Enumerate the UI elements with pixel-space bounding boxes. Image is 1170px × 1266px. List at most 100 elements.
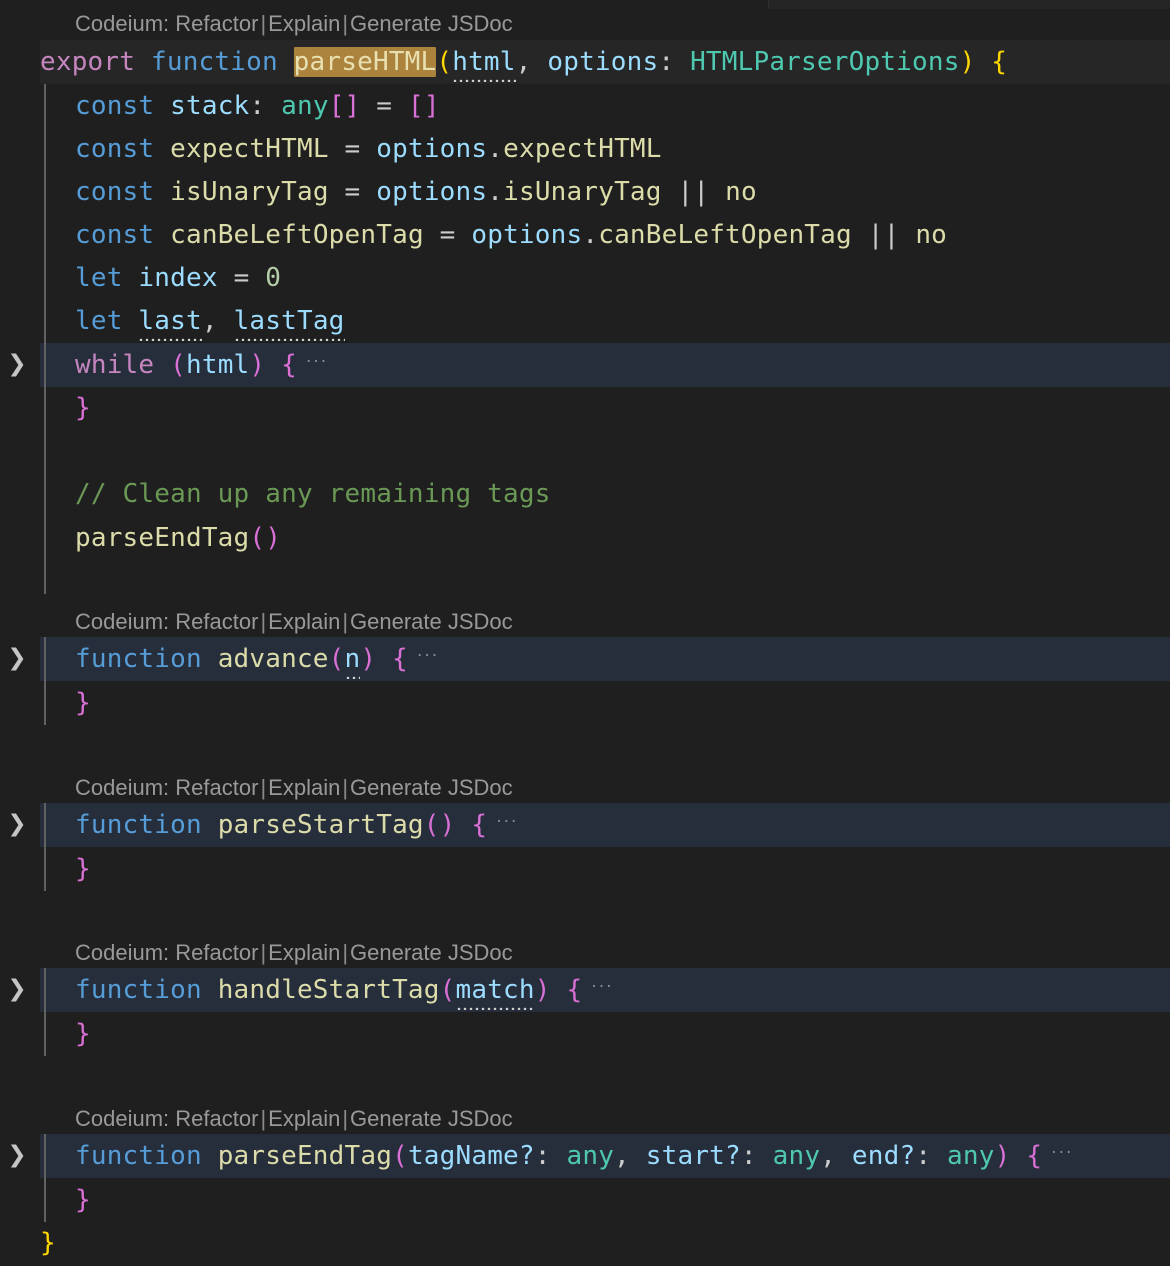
code-line-comment[interactable]: // Clean up any remaining tags — [0, 472, 1170, 516]
token-or-operator: || — [677, 176, 710, 207]
code-editor[interactable]: Codeium: Refactor | Explain | Generate JSDoc… — [0, 0, 1170, 1266]
token-brace-open: { — [471, 809, 488, 840]
codelens-action-refactor[interactable]: Refactor — [175, 609, 258, 635]
code-line-parsestarttag-folded[interactable]: ❯ function parseStartTag() {··· — [0, 803, 1170, 847]
codelens-parsestarttag[interactable]: Codeium: Refactor | Explain | Generate JSDoc — [75, 770, 513, 806]
fold-collapsed-indicator[interactable]: ··· — [591, 977, 613, 997]
code-line-handlestarttag-folded[interactable]: ❯ function handleStartTag(match) {··· — [0, 968, 1170, 1012]
codelens-action-explain[interactable]: Explain — [268, 609, 340, 635]
code-line-content: function parseStartTag() {··· — [75, 803, 518, 847]
codelens-advance[interactable]: Codeium: Refactor | Explain | Generate JSDoc — [75, 604, 513, 640]
codelens-separator: | — [260, 11, 267, 36]
codelens-action-refactor[interactable]: Refactor — [175, 775, 258, 801]
codelens-row-parsestarttag: Codeium: Refactor | Explain | Generate JSDoc — [0, 770, 1170, 802]
token-comma: , — [820, 1140, 852, 1171]
token-const: const — [75, 176, 155, 207]
code-line-while-folded[interactable]: ❯ while (html) {··· — [0, 343, 1170, 387]
code-line-outer-close[interactable]: } — [0, 1221, 1170, 1265]
codelens-action-generate-jsdoc[interactable]: Generate JSDoc — [350, 1106, 513, 1132]
token-colon: : — [915, 1140, 948, 1171]
indent-guide — [44, 1134, 46, 1222]
codelens-action-generate-jsdoc[interactable]: Generate JSDoc — [350, 940, 513, 966]
token-var-stack: stack — [170, 90, 250, 121]
codelens-separator: | — [342, 940, 349, 965]
codelens-separator: | — [342, 11, 349, 36]
codelens-action-generate-jsdoc[interactable]: Generate JSDoc — [350, 609, 513, 635]
fold-chevron-icon[interactable]: ❯ — [4, 803, 30, 847]
code-line-const-isunarytag[interactable]: const isUnaryTag = options. isUnaryTag ||… — [0, 170, 1170, 214]
codelens-action-explain[interactable]: Explain — [268, 775, 340, 801]
codelens-handlestarttag[interactable]: Codeium: Refactor | Explain | Generate JSDoc — [75, 935, 513, 971]
codelens-action-refactor[interactable]: Refactor — [175, 1106, 258, 1132]
code-line-let-index[interactable]: let index = 0 — [0, 256, 1170, 300]
token-var-expecthtml: expectHTML — [170, 133, 329, 164]
code-line-call-parseendtag[interactable]: parseEndTag() — [0, 516, 1170, 560]
codelens-parsehtml[interactable]: Codeium: Refactor | Explain | Generate JSDoc — [75, 6, 513, 42]
codelens-action-explain[interactable]: Explain — [268, 940, 340, 966]
code-line-content: let index = 0 — [75, 256, 281, 300]
token-function-name-advance: advance — [217, 643, 329, 674]
token-param-tagname: tagName? — [407, 1140, 535, 1171]
code-line-content: const expectHTML = options. expectHTML — [75, 127, 662, 171]
token-const: const — [75, 133, 155, 164]
codelens-action-explain[interactable]: Explain — [268, 1106, 340, 1132]
token-number-zero: 0 — [265, 262, 282, 293]
token-paren-open: ( — [170, 349, 186, 380]
token-brace-close: } — [75, 687, 91, 718]
codelens-action-refactor[interactable]: Refactor — [175, 940, 258, 966]
codelens-parseendtag[interactable]: Codeium: Refactor | Explain | Generate JSDoc — [75, 1101, 513, 1137]
token-var-lasttag: lastTag — [233, 305, 345, 341]
token-equals: = — [376, 90, 393, 121]
codelens-action-explain[interactable]: Explain — [268, 11, 340, 37]
token-equals: = — [439, 219, 456, 250]
fold-chevron-icon[interactable]: ❯ — [4, 968, 30, 1012]
token-var-last: last — [138, 305, 203, 341]
codelens-action-generate-jsdoc[interactable]: Generate JSDoc — [350, 775, 513, 801]
code-line-content: function parseEndTag(tagName?: any, star… — [75, 1134, 1073, 1178]
code-line-content: } — [40, 1221, 56, 1265]
token-var-index: index — [138, 262, 218, 293]
code-line-const-expecthtml[interactable]: const expectHTML = options. expectHTML — [0, 127, 1170, 171]
code-line-const-stack[interactable]: const stack: any[] = [] — [0, 84, 1170, 128]
codelens-action-generate-jsdoc[interactable]: Generate JSDoc — [350, 11, 513, 37]
token-type-any: any — [566, 1140, 615, 1171]
code-line-content: } — [75, 1012, 91, 1056]
token-function-keyword: function — [75, 809, 202, 840]
codelens-row-parsehtml: Codeium: Refactor | Explain | Generate JSDoc — [0, 6, 1170, 38]
code-line-while-close[interactable]: } — [0, 386, 1170, 430]
token-paren-close: ) — [959, 46, 976, 77]
token-while: while — [75, 349, 155, 380]
code-line-handlestarttag-close[interactable]: } — [0, 1012, 1170, 1056]
code-line-parseendtag-close[interactable]: } — [0, 1178, 1170, 1222]
code-line-advance-folded[interactable]: ❯ function advance(n) {··· — [0, 637, 1170, 681]
token-prop-expecthtml: expectHTML — [503, 133, 662, 164]
fold-collapsed-indicator[interactable]: ··· — [496, 812, 518, 832]
fold-chevron-icon[interactable]: ❯ — [4, 343, 30, 387]
code-line-advance-close[interactable]: } — [0, 681, 1170, 725]
codelens-row-parseendtag: Codeium: Refactor | Explain | Generate JSDoc — [0, 1101, 1170, 1133]
codelens-prefix: Codeium: — [75, 609, 170, 634]
token-param-start: start? — [645, 1140, 741, 1171]
code-line-export-function[interactable]: export function parseHTML(html, options:… — [0, 40, 1170, 84]
fold-collapsed-indicator[interactable]: ··· — [306, 352, 328, 372]
code-line-parseendtag-folded[interactable]: ❯ function parseEndTag(tagName?: any, st… — [0, 1134, 1170, 1178]
fold-collapsed-indicator[interactable]: ··· — [417, 646, 439, 666]
token-dot: . — [487, 133, 504, 164]
token-export: export — [40, 46, 136, 77]
fold-chevron-icon[interactable]: ❯ — [4, 637, 30, 681]
codelens-action-refactor[interactable]: Refactor — [175, 11, 258, 37]
fold-chevron-icon[interactable]: ❯ — [4, 1134, 30, 1178]
codelens-row-advance: Codeium: Refactor | Explain | Generate JSDoc — [0, 604, 1170, 636]
codelens-prefix: Codeium: — [75, 1106, 170, 1131]
token-call-parseendtag: parseEndTag — [75, 522, 250, 553]
code-line-parsestarttag-close[interactable]: } — [0, 847, 1170, 891]
code-line-content: // Clean up any remaining tags — [75, 472, 551, 516]
code-line-content: while (html) {··· — [75, 343, 328, 387]
code-line-const-canbeleftopentag[interactable]: const canBeLeftOpenTag = options. canBeLe… — [0, 213, 1170, 257]
token-var-isunarytag: isUnaryTag — [170, 176, 329, 207]
token-prop-canbeleftopentag: canBeLeftOpenTag — [598, 219, 852, 250]
codelens-separator: | — [342, 609, 349, 634]
code-line-let-last-lasttag[interactable]: let last, lastTag — [0, 299, 1170, 343]
token-comma: , — [515, 46, 548, 77]
fold-collapsed-indicator[interactable]: ··· — [1051, 1143, 1073, 1163]
